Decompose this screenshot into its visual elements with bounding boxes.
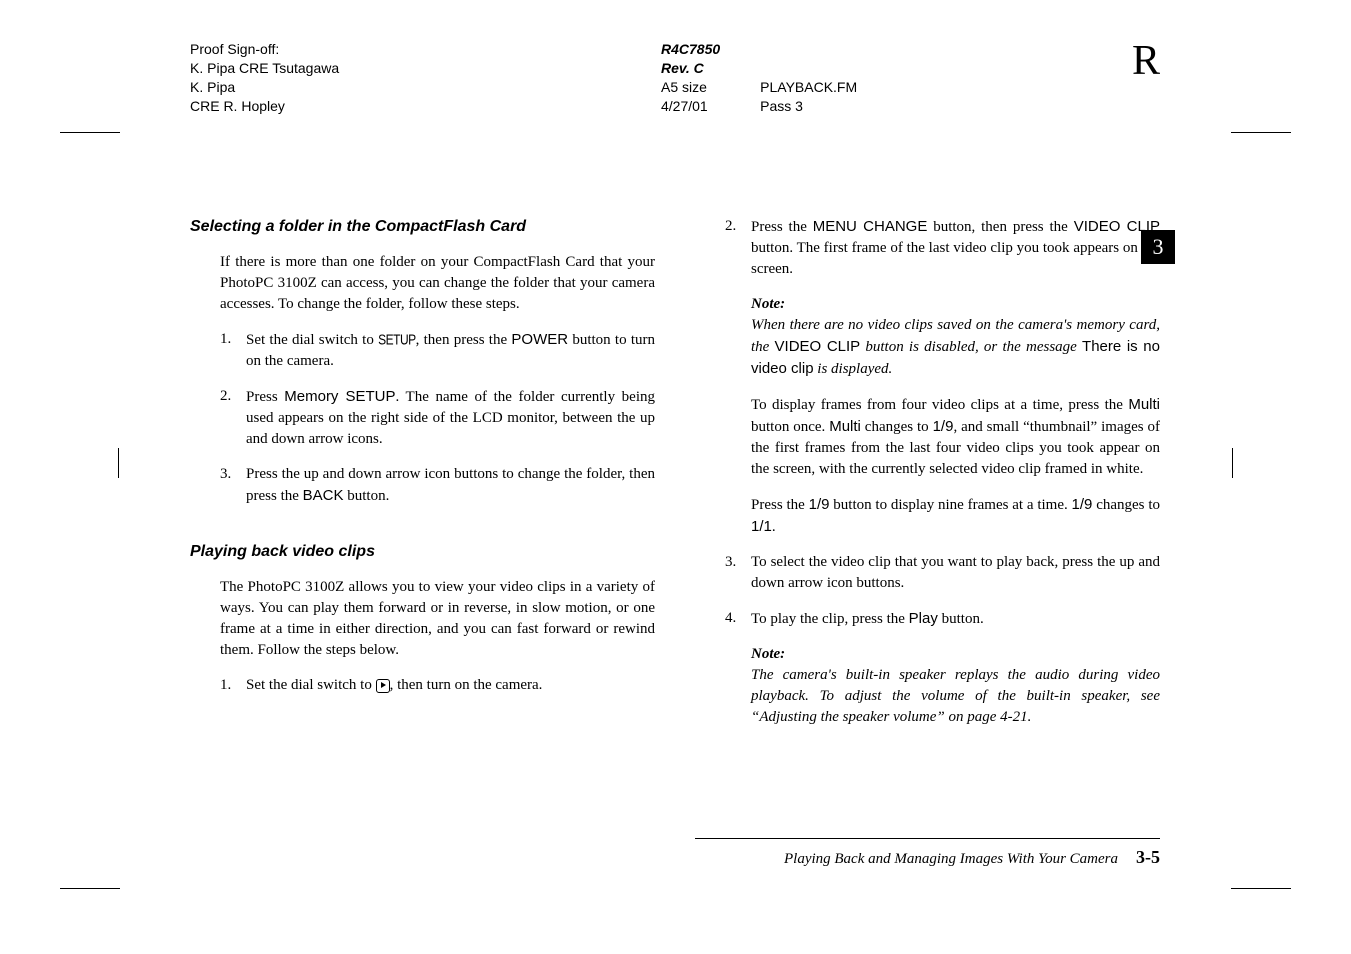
text-run: changes to xyxy=(861,419,933,435)
text-run: Press xyxy=(246,389,284,405)
doc-id: R4C7850 xyxy=(661,40,720,59)
note-label: Note: xyxy=(751,294,1160,315)
step-number: 4. xyxy=(725,608,751,630)
proof-signoff-line: K. Pipa xyxy=(190,78,490,97)
doc-filename: PLAYBACK.FM xyxy=(760,78,857,97)
multi-button-label: Multi xyxy=(829,418,861,435)
step-text: Press Memory SETUP. The name of the fold… xyxy=(246,386,655,450)
setup-dial-icon: SETUP xyxy=(378,330,416,350)
back-button-label: BACK xyxy=(303,487,344,504)
page-content: Proof Sign-off: K. Pipa CRE Tsutagawa K.… xyxy=(190,40,1160,880)
note-block: Note: When there are no video clips save… xyxy=(751,294,1160,380)
power-button-label: POWER xyxy=(511,331,568,348)
doc-rev: Rev. C xyxy=(661,59,720,78)
text-run: To display frames from four video clips … xyxy=(751,397,1128,413)
step-number: 2. xyxy=(220,386,246,450)
proof-signoff-line: K. Pipa CRE Tsutagawa xyxy=(190,59,490,78)
numbered-step: 2. Press the MENU CHANGE button, then pr… xyxy=(725,216,1160,280)
crop-mark xyxy=(1232,448,1233,478)
text-run: To play the clip, press the xyxy=(751,611,909,627)
text-run: button. xyxy=(938,611,984,627)
continuation-paragraph: To display frames from four video clips … xyxy=(751,394,1160,480)
multi-button-label: Multi xyxy=(1128,396,1160,413)
text-run: is displayed. xyxy=(814,361,893,377)
text-run: Set the dial switch to xyxy=(246,677,376,693)
doc-size: A5 size xyxy=(661,78,720,97)
step-number: 3. xyxy=(725,552,751,594)
video-clip-label: VIDEO CLIP xyxy=(775,338,861,355)
step-number: 1. xyxy=(220,675,246,696)
text-run: button is disabled, or the message xyxy=(860,339,1082,355)
step-text: Press the 1/9 button to display nine fra… xyxy=(751,494,1160,538)
doc-pass: Pass 3 xyxy=(760,97,857,116)
crop-mark xyxy=(1231,888,1291,889)
one-nine-label: 1/9 xyxy=(1072,496,1093,513)
numbered-step: 1. Set the dial switch to , then turn on… xyxy=(220,675,655,696)
text-run: changes to xyxy=(1092,497,1160,513)
crop-mark xyxy=(1231,132,1291,133)
step-text: Set the dial switch to SETUP, then press… xyxy=(246,329,655,372)
body-columns: Selecting a folder in the CompactFlash C… xyxy=(190,216,1160,742)
numbered-step: 3. To select the video clip that you wan… xyxy=(725,552,1160,594)
step-text: To select the video clip that you want t… xyxy=(751,552,1160,594)
chapter-tabs: 3 xyxy=(1141,230,1175,270)
text-run: . xyxy=(772,519,776,535)
step-text: To display frames from four video clips … xyxy=(751,394,1160,480)
doc-meta-block: R4C7850 Rev. C A5 size 4/27/01 PLAYBACK.… xyxy=(661,40,961,116)
section-heading: Selecting a folder in the CompactFlash C… xyxy=(190,216,655,238)
playback-dial-icon xyxy=(376,679,390,693)
menu-change-label: MENU CHANGE xyxy=(813,218,928,235)
proof-signoff-line: Proof Sign-off: xyxy=(190,40,490,59)
text-run: Press the xyxy=(751,497,809,513)
one-one-label: 1/1 xyxy=(751,518,772,535)
step-text: Set the dial switch to , then turn on th… xyxy=(246,675,655,696)
text-run: button to display nine frames at a time. xyxy=(829,497,1071,513)
text-run: button. xyxy=(344,488,390,504)
chapter-tab: 3 xyxy=(1141,230,1175,264)
page-footer: Playing Back and Managing Images With Yo… xyxy=(695,838,1160,868)
text-run: , then turn on the camera. xyxy=(390,677,543,693)
numbered-step: 1. Set the dial switch to SETUP, then pr… xyxy=(220,329,655,372)
page-number: 3-5 xyxy=(1136,847,1160,868)
text-run: Press the xyxy=(751,219,813,235)
step-text: Press the MENU CHANGE button, then press… xyxy=(751,216,1160,280)
page-side-letter: R xyxy=(1132,40,1160,116)
one-nine-label: 1/9 xyxy=(809,496,830,513)
step-text: To play the clip, press the Play button. xyxy=(751,608,1160,630)
section-heading: Playing back video clips xyxy=(190,541,655,563)
continuation-paragraph: Press the 1/9 button to display nine fra… xyxy=(751,494,1160,538)
step-number: 1. xyxy=(220,329,246,372)
footer-title: Playing Back and Managing Images With Yo… xyxy=(784,851,1118,868)
crop-mark xyxy=(118,448,119,478)
right-column: 2. Press the MENU CHANGE button, then pr… xyxy=(695,216,1160,742)
note-label: Note: xyxy=(751,644,1160,665)
doc-date: 4/27/01 xyxy=(661,97,720,116)
text-run: button, then press the xyxy=(927,219,1073,235)
body-paragraph: If there is more than one folder on your… xyxy=(220,252,655,315)
proof-signoff-line: CRE R. Hopley xyxy=(190,97,490,116)
page-header: Proof Sign-off: K. Pipa CRE Tsutagawa K.… xyxy=(190,40,1160,116)
crop-mark xyxy=(60,132,120,133)
text-run: button once. xyxy=(751,419,829,435)
note-block: Note: The camera's built-in speaker repl… xyxy=(751,644,1160,728)
play-button-label: Play xyxy=(909,610,938,627)
note-text: The camera's built-in speaker replays th… xyxy=(751,665,1160,728)
text-run: button. The first frame of the last vide… xyxy=(751,240,1160,277)
memory-setup-label: Memory SETUP xyxy=(284,388,395,405)
step-text: Press the up and down arrow icon buttons… xyxy=(246,464,655,507)
numbered-step: 2. Press Memory SETUP. The name of the f… xyxy=(220,386,655,450)
left-column: Selecting a folder in the CompactFlash C… xyxy=(190,216,655,742)
numbered-step: 4. To play the clip, press the Play butt… xyxy=(725,608,1160,630)
text-run: , then press the xyxy=(416,332,512,348)
text-run: Set the dial switch to xyxy=(246,332,378,348)
note-text: When there are no video clips saved on t… xyxy=(751,315,1160,380)
proof-signoff-block: Proof Sign-off: K. Pipa CRE Tsutagawa K.… xyxy=(190,40,490,116)
numbered-step: 3. Press the up and down arrow icon butt… xyxy=(220,464,655,507)
crop-mark xyxy=(60,888,120,889)
one-nine-label: 1/9 xyxy=(933,418,954,435)
step-number: 2. xyxy=(725,216,751,280)
body-paragraph: The PhotoPC 3100Z allows you to view you… xyxy=(220,577,655,661)
step-number: 3. xyxy=(220,464,246,507)
